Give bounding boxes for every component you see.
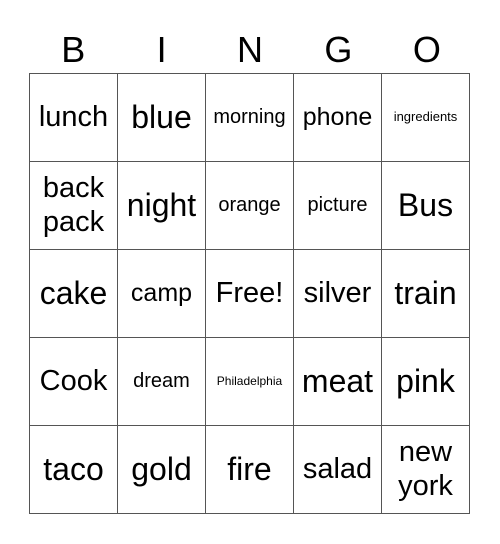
bingo-cell[interactable]: blue (118, 74, 206, 162)
bingo-cell[interactable]: lunch (30, 74, 118, 162)
bingo-cell[interactable]: cake (30, 250, 118, 338)
bingo-cell[interactable]: gold (118, 426, 206, 514)
bingo-cell[interactable]: camp (118, 250, 206, 338)
header-letter-o: O (412, 29, 441, 70)
bingo-cell[interactable]: salad (294, 426, 382, 514)
bingo-cell[interactable]: Philadelphia (206, 338, 294, 426)
bingo-card-grid: lunch blue morning phone ingredients bac… (29, 73, 470, 514)
bingo-cell[interactable]: meat (294, 338, 382, 426)
bingo-cell[interactable]: picture (294, 162, 382, 250)
bingo-cell[interactable]: Cook (30, 338, 118, 426)
bingo-cell[interactable]: back pack (30, 162, 118, 250)
bingo-cell[interactable]: silver (294, 250, 382, 338)
free-space-cell[interactable]: Free! (206, 250, 294, 338)
header-letter-b: B (61, 29, 86, 70)
header-letter-i: I (156, 29, 167, 70)
bingo-header: B I N G O (29, 28, 471, 72)
header-letter-g: G (324, 29, 353, 70)
bingo-cell[interactable]: taco (30, 426, 118, 514)
bingo-cell[interactable]: new york (382, 426, 470, 514)
bingo-cell[interactable]: fire (206, 426, 294, 514)
header-letter-n: N (237, 29, 264, 70)
bingo-cell[interactable]: Bus (382, 162, 470, 250)
bingo-cell[interactable]: orange (206, 162, 294, 250)
bingo-cell[interactable]: night (118, 162, 206, 250)
bingo-cell[interactable]: ingredients (382, 74, 470, 162)
bingo-cell[interactable]: pink (382, 338, 470, 426)
bingo-cell[interactable]: dream (118, 338, 206, 426)
bingo-cell[interactable]: morning (206, 74, 294, 162)
bingo-cell[interactable]: phone (294, 74, 382, 162)
bingo-cell[interactable]: train (382, 250, 470, 338)
